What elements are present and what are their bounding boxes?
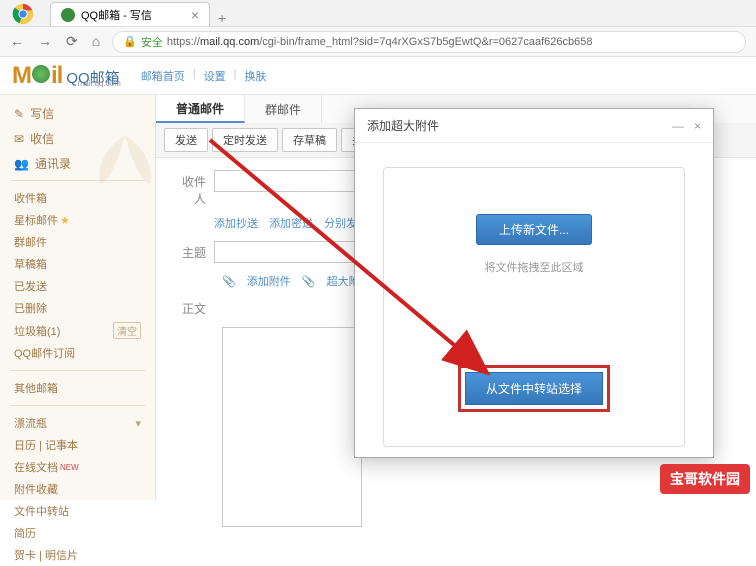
sidebar-compose[interactable]: ✎ 写信 xyxy=(6,103,149,124)
secure-label: 安全 xyxy=(141,34,163,50)
drop-hint: 将文件拖拽至此区域 xyxy=(485,259,584,275)
paperclip-icon: 📎 xyxy=(222,276,236,288)
extra-filestation[interactable]: 文件中转站 xyxy=(6,500,149,522)
nav-skin[interactable]: 换肤 xyxy=(245,68,267,84)
qq-mail-favicon xyxy=(61,8,75,22)
upload-new-file-button[interactable]: 上传新文件... xyxy=(476,214,592,245)
inbox-icon: ✉ xyxy=(14,132,24,146)
close-tab-icon[interactable]: × xyxy=(191,7,199,23)
extra-attachments[interactable]: 附件收藏 xyxy=(6,478,149,500)
address-bar[interactable]: 🔒 安全 https://mail.qq.com/cgi-bin/frame_h… xyxy=(112,31,746,53)
extra-cards[interactable]: 贺卡 | 明信片 xyxy=(6,544,149,566)
other-mailboxes[interactable]: 其他邮箱 xyxy=(6,377,149,399)
body-textarea[interactable] xyxy=(222,327,362,527)
extra-calendar[interactable]: 日历 | 记事本 xyxy=(6,434,149,456)
subject-input[interactable] xyxy=(214,241,374,263)
folder-deleted[interactable]: 已删除 xyxy=(6,297,149,319)
back-button[interactable]: ← xyxy=(10,33,24,50)
folder-sent[interactable]: 已发送 xyxy=(6,275,149,297)
send-button[interactable]: 发送 xyxy=(164,128,208,152)
save-draft-button[interactable]: 存草稿 xyxy=(282,128,337,152)
chevron-icon: ▾ xyxy=(135,417,141,430)
tab-normal-mail[interactable]: 普通邮件 xyxy=(156,95,245,123)
subject-label: 主题 xyxy=(174,241,214,261)
recipient-label: 收件人 xyxy=(174,170,214,207)
folder-inbox[interactable]: 收件箱 xyxy=(6,187,149,209)
folder-spam[interactable]: 垃圾箱(1)清空 xyxy=(6,319,149,342)
highlight-box: 从文件中转站选择 xyxy=(458,365,610,412)
contacts-icon: 👥 xyxy=(14,157,29,171)
tab-group-mail[interactable]: 群邮件 xyxy=(245,95,322,123)
watermark-badge: 宝哥软件园 xyxy=(660,464,750,494)
compose-icon: ✎ xyxy=(14,107,24,121)
drop-zone[interactable]: 上传新文件... 将文件拖拽至此区域 从文件中转站选择 xyxy=(383,167,685,447)
folder-starred[interactable]: 星标邮件★ xyxy=(6,209,149,231)
sidebar-contacts[interactable]: 👥 通讯录 xyxy=(6,153,149,174)
big-attachment-modal: 添加超大附件 — × 上传新文件... 将文件拖拽至此区域 从文件中转站选择 xyxy=(354,108,714,458)
tab-title: QQ邮箱 - 写信 xyxy=(81,7,152,23)
reload-button[interactable]: ⟳ xyxy=(66,33,78,50)
file-transfer-select-button[interactable]: 从文件中转站选择 xyxy=(465,372,603,405)
body-label: 正文 xyxy=(174,297,214,317)
empty-spam-button[interactable]: 清空 xyxy=(113,322,141,339)
nav-settings[interactable]: 设置 xyxy=(204,68,226,84)
star-icon: ★ xyxy=(60,214,70,227)
paperclip-icon: 📎 xyxy=(302,276,316,288)
folder-group[interactable]: 群邮件 xyxy=(6,231,149,253)
browser-tab[interactable]: QQ邮箱 - 写信 × xyxy=(50,2,210,26)
folder-drafts[interactable]: 草稿箱 xyxy=(6,253,149,275)
extra-resume[interactable]: 简历 xyxy=(6,522,149,544)
home-button[interactable]: ⌂ xyxy=(92,33,100,50)
lock-icon: 🔒 xyxy=(123,35,137,48)
modal-minimize-icon[interactable]: — xyxy=(672,119,684,133)
modal-title: 添加超大附件 xyxy=(367,117,439,134)
modal-close-icon[interactable]: × xyxy=(694,119,701,133)
add-bcc-link[interactable]: 添加密送 xyxy=(269,218,313,230)
recipient-input[interactable] xyxy=(214,170,374,192)
timed-send-button[interactable]: 定时发送 xyxy=(212,128,278,152)
folder-subscription[interactable]: QQ邮件订阅 xyxy=(6,342,149,364)
add-cc-link[interactable]: 添加抄送 xyxy=(214,218,258,230)
chrome-logo-icon xyxy=(12,3,34,25)
forward-button[interactable]: → xyxy=(38,33,52,50)
new-tab-button[interactable]: + xyxy=(210,10,230,26)
extra-docs[interactable]: 在线文档NEW xyxy=(6,456,149,478)
extra-bottle[interactable]: 漂流瓶▾ xyxy=(6,412,149,434)
sidebar-inbox[interactable]: ✉ 收信 xyxy=(6,128,149,149)
add-attachment-link[interactable]: 添加附件 xyxy=(247,276,291,288)
nav-mail-home[interactable]: 邮箱首页 xyxy=(141,68,185,84)
